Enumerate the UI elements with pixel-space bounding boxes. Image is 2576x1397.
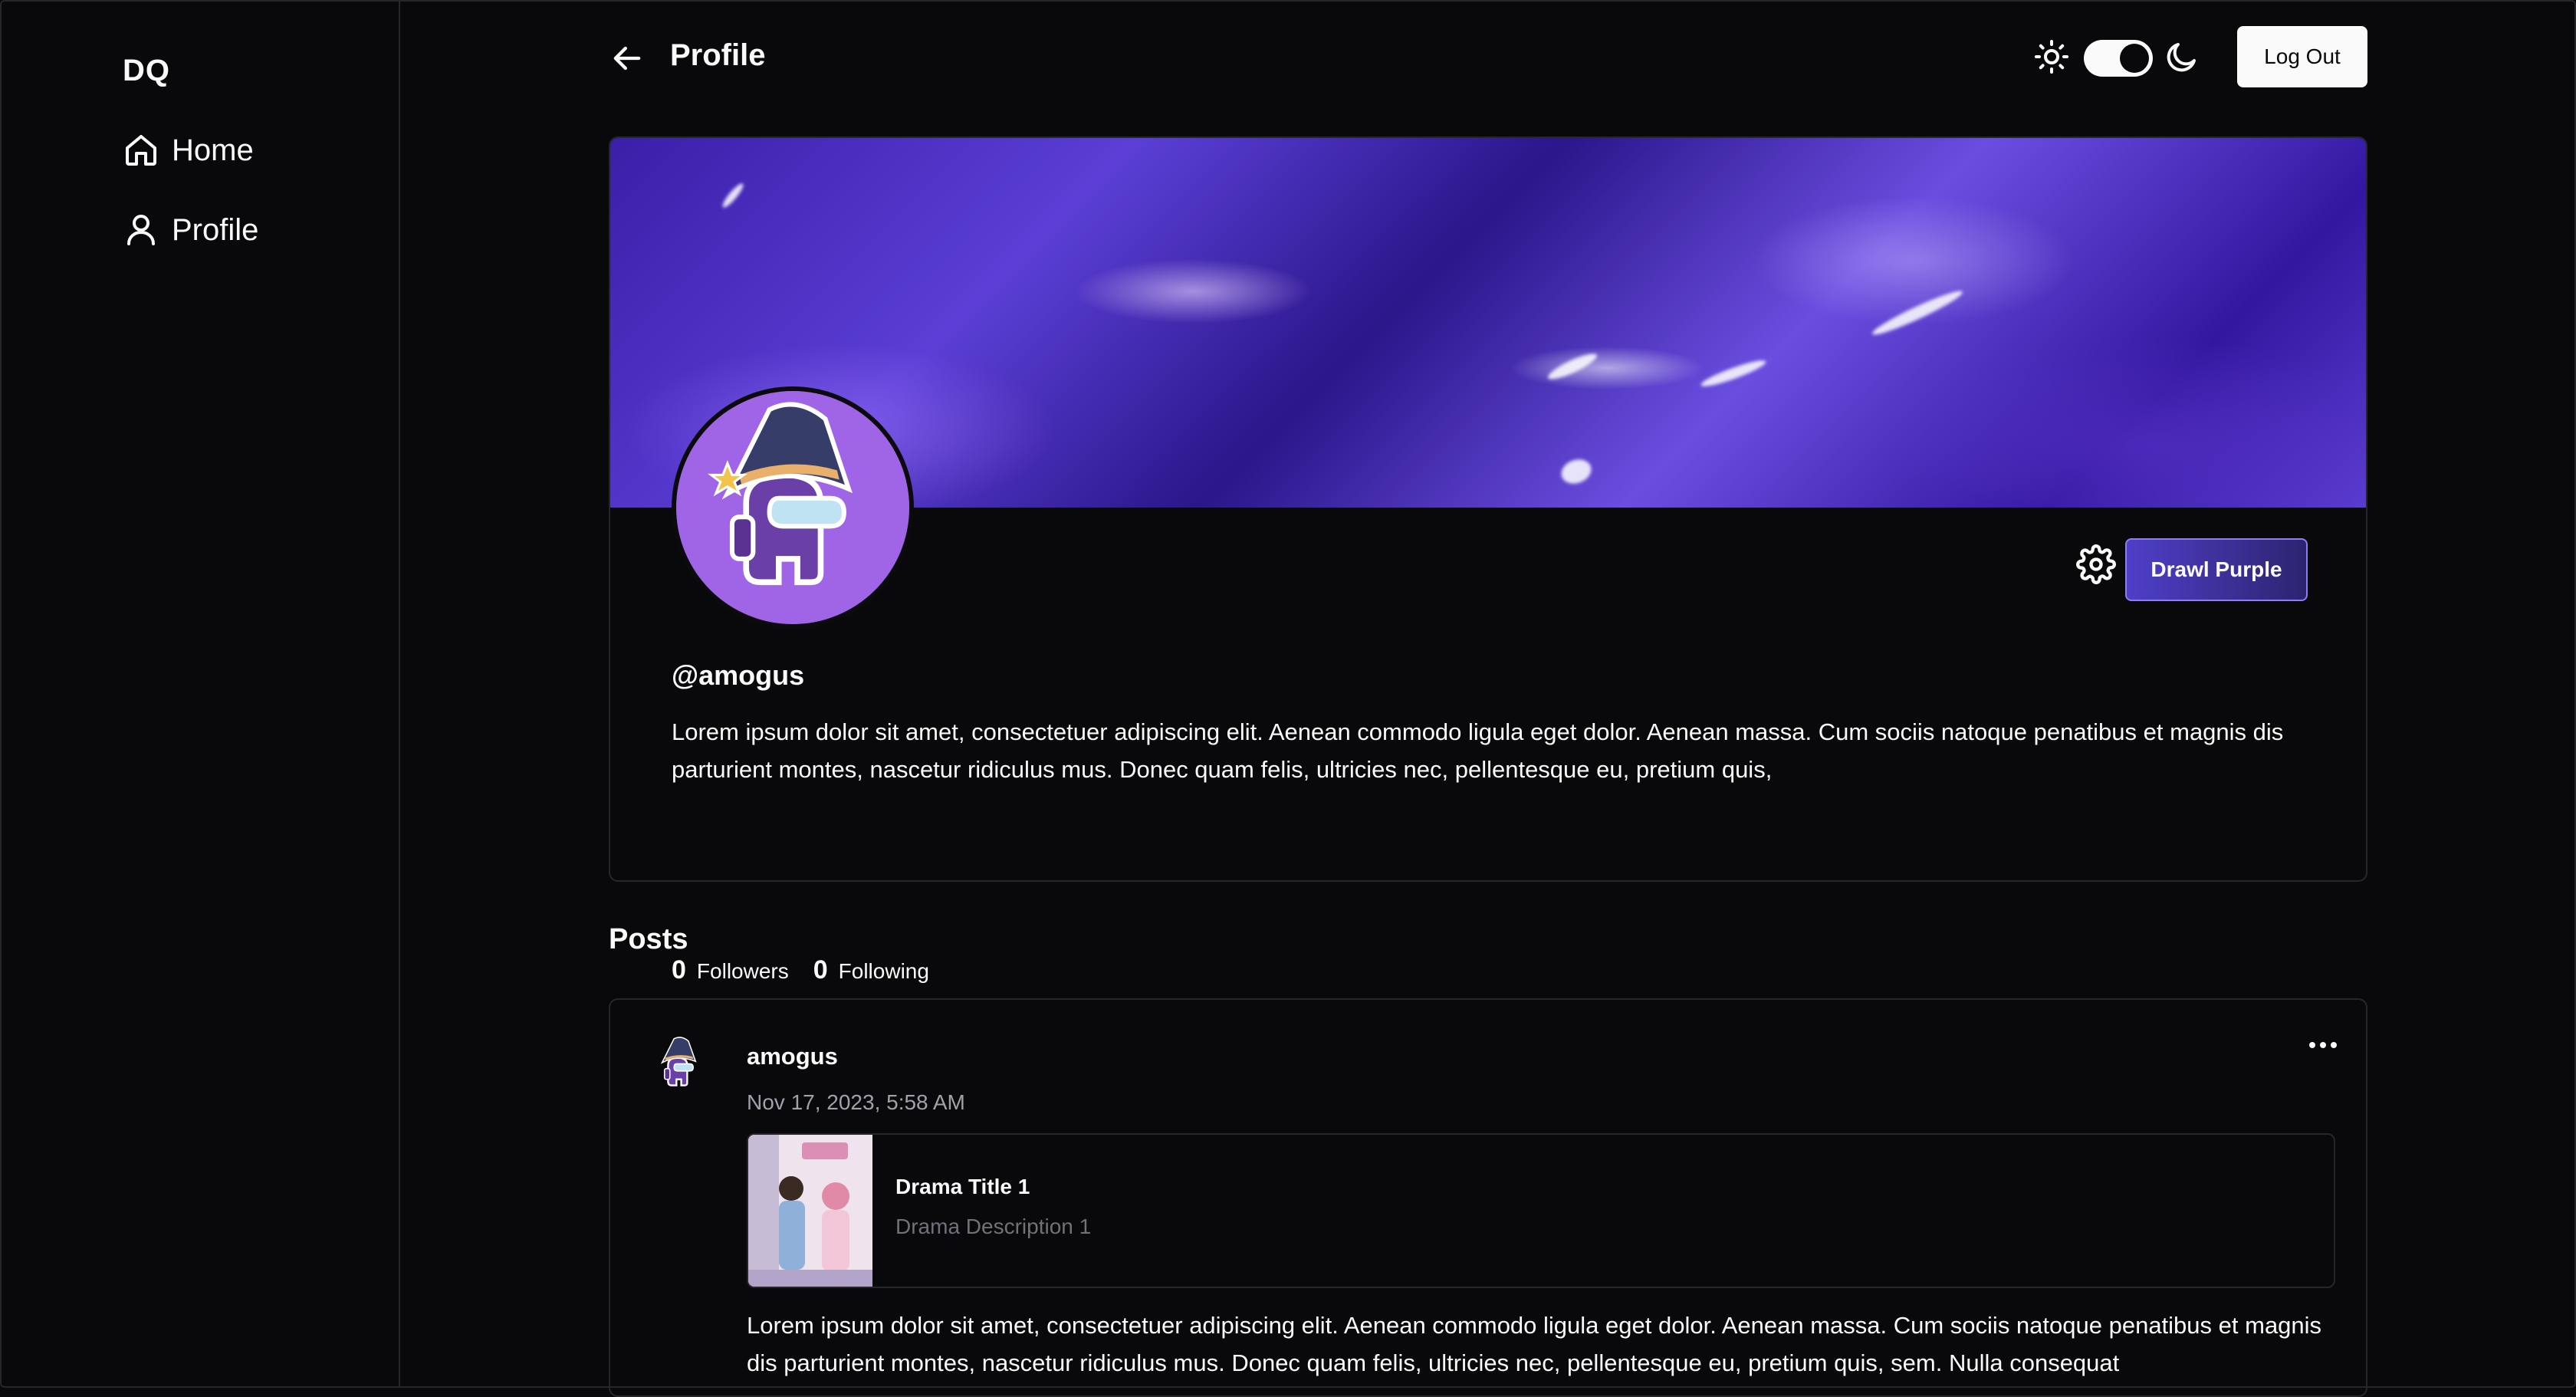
post-author-avatar[interactable] xyxy=(650,1035,710,1095)
sidebar-item-profile[interactable]: Profile xyxy=(123,212,258,248)
amogus-avatar-icon xyxy=(676,391,909,624)
profile-bio: Lorem ipsum dolor sit amet, consectetuer… xyxy=(672,713,2320,788)
drama-description: Drama Description 1 xyxy=(895,1215,1091,1239)
sidebar: DQ Home Profile xyxy=(0,0,400,1388)
post-card: amogus Nov 17, 2023, 5:58 AM Drama Title… xyxy=(609,998,2367,1397)
theme-drawl-purple-button[interactable]: Drawl Purple xyxy=(2125,538,2308,601)
post-author[interactable]: amogus xyxy=(747,1043,838,1070)
following-count: 0 xyxy=(813,955,828,985)
following-label: Following xyxy=(839,959,929,984)
profile-avatar[interactable] xyxy=(672,386,914,629)
app-logo[interactable]: DQ xyxy=(123,54,170,88)
sidebar-item-label: Profile xyxy=(172,213,258,248)
drama-poster-image xyxy=(748,1135,872,1288)
sun-icon[interactable] xyxy=(2033,38,2070,75)
profile-handle: @amogus xyxy=(672,659,804,692)
followers-label: Followers xyxy=(697,959,789,984)
posts-heading: Posts xyxy=(609,923,688,956)
sidebar-item-label: Home xyxy=(172,133,254,168)
toggle-knob xyxy=(2120,44,2149,73)
followers-stat[interactable]: 0 Followers xyxy=(672,955,789,985)
page-title: Profile xyxy=(670,38,765,73)
post-body: Lorem ipsum dolor sit amet, consectetuer… xyxy=(747,1307,2341,1382)
settings-gear-icon[interactable] xyxy=(2076,544,2116,584)
back-arrow-icon[interactable] xyxy=(607,38,647,78)
followers-count: 0 xyxy=(672,955,686,985)
drama-title: Drama Title 1 xyxy=(895,1175,1030,1199)
sidebar-item-home[interactable]: Home xyxy=(123,132,254,169)
profile-card: Drawl Purple @amogus Lorem ipsum dolor s… xyxy=(609,136,2367,882)
profile-stats: 0 Followers 0 Following xyxy=(672,955,929,985)
moon-icon[interactable] xyxy=(2164,38,2200,75)
following-stat[interactable]: 0 Following xyxy=(813,955,929,985)
theme-toggle[interactable] xyxy=(2084,40,2153,77)
home-icon xyxy=(123,132,159,169)
user-icon xyxy=(123,212,159,248)
drama-card[interactable]: Drama Title 1 Drama Description 1 xyxy=(747,1133,2335,1288)
logout-button[interactable]: Log Out xyxy=(2237,26,2367,87)
more-options-icon[interactable] xyxy=(2305,1034,2341,1057)
post-timestamp: Nov 17, 2023, 5:58 AM xyxy=(747,1090,965,1115)
